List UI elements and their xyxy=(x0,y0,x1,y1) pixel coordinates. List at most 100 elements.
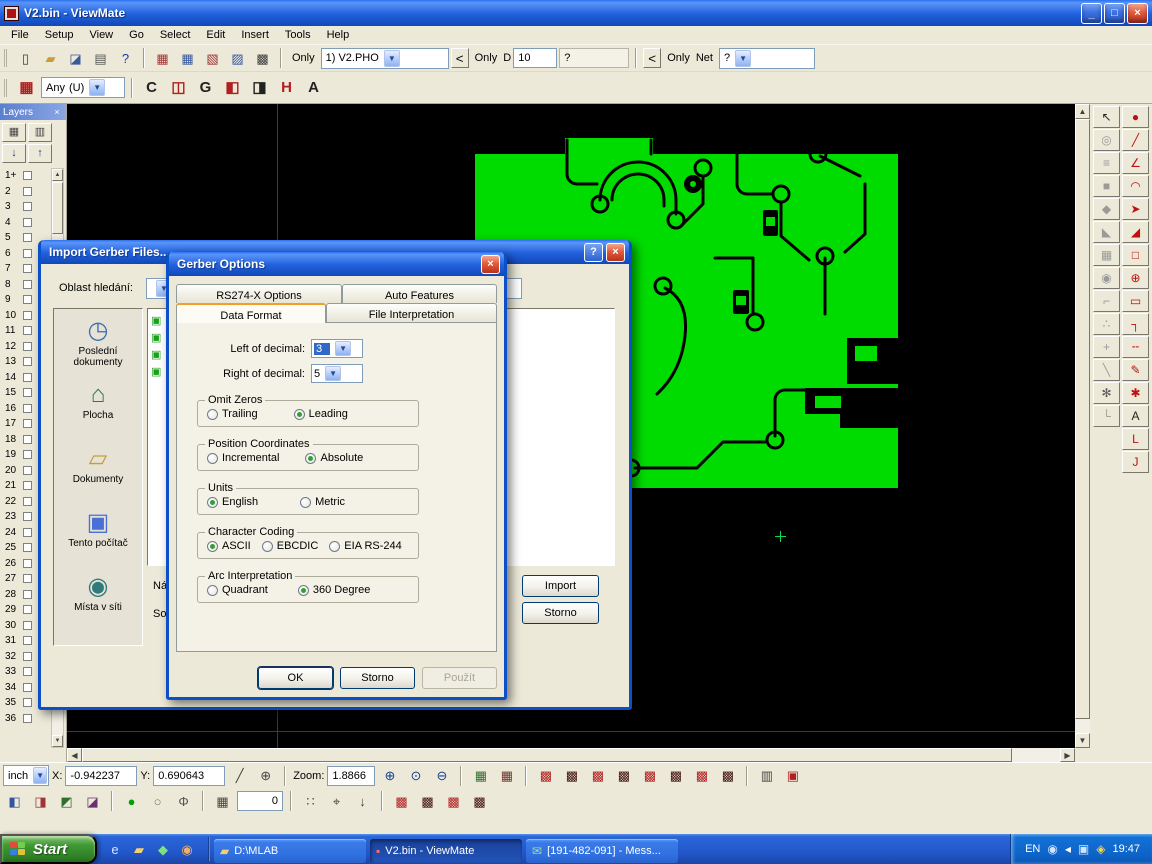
layer-color-swatch[interactable] xyxy=(23,574,32,583)
gear-icon[interactable]: ✻ xyxy=(1093,382,1120,404)
print-icon[interactable]: ▤ xyxy=(89,47,112,69)
layer-color-swatch[interactable] xyxy=(23,698,32,707)
layers-panel-header[interactable]: Layers × xyxy=(0,104,66,120)
pad-pattern-icon-4[interactable]: ▩ xyxy=(468,790,491,812)
radio-checked-icon[interactable] xyxy=(298,585,309,596)
view-layer-icon-4[interactable]: ◪ xyxy=(81,790,104,812)
horizontal-scrollbar[interactable]: ◀ ▶ xyxy=(67,748,1075,762)
radio-leading[interactable]: Leading xyxy=(294,408,348,420)
lines-tool-icon[interactable]: ≡ xyxy=(1093,152,1120,174)
place-network[interactable]: ◉ Místa v síti xyxy=(54,575,142,639)
hook-tool-icon[interactable]: └ xyxy=(1093,405,1120,427)
view-layer-icon-1[interactable]: ◧ xyxy=(3,790,26,812)
draw-triangle-icon[interactable]: ◢ xyxy=(1122,221,1149,243)
zoom-in-icon[interactable]: ⊕ xyxy=(378,765,401,787)
dcode-pattern-icon-2[interactable]: ▩ xyxy=(560,765,583,787)
layer-row[interactable]: 36 xyxy=(0,711,52,727)
radio-icon[interactable] xyxy=(329,541,340,552)
new-file-icon[interactable]: ▯ xyxy=(14,47,37,69)
radio-checked-icon[interactable] xyxy=(207,497,218,508)
layer-color-swatch[interactable] xyxy=(23,233,32,242)
layer-color-swatch[interactable] xyxy=(23,636,32,645)
measure-icon[interactable]: ╱ xyxy=(228,765,251,787)
square-tool-icon[interactable]: ■ xyxy=(1093,175,1120,197)
context-help-icon[interactable]: ? xyxy=(114,47,137,69)
layer-color-swatch[interactable] xyxy=(23,590,32,599)
layer-down-icon[interactable]: ↓ xyxy=(2,144,26,163)
select-h-icon[interactable]: H xyxy=(274,75,299,101)
lamp-icon[interactable]: ○ xyxy=(146,790,169,812)
draw-dashed-icon[interactable]: ╌ xyxy=(1122,336,1149,358)
open-file-icon[interactable]: ▰ xyxy=(39,47,62,69)
slash-tool-icon[interactable]: ╲ xyxy=(1093,359,1120,381)
layer-color-swatch[interactable] xyxy=(23,280,32,289)
app-quick-icon-1[interactable]: ◆ xyxy=(153,838,173,860)
radio-checked-icon[interactable] xyxy=(207,541,218,552)
tab-file-interpretation[interactable]: File Interpretation xyxy=(326,303,497,322)
layer-color-swatch[interactable] xyxy=(23,497,32,506)
gerber-dialog-titlebar[interactable]: Gerber Options × xyxy=(169,252,504,276)
close-button[interactable]: × xyxy=(1127,3,1148,24)
highlight-dot-icon[interactable]: ● xyxy=(120,790,143,812)
scroll-up-icon[interactable]: ▲ xyxy=(1075,104,1090,119)
app-quick-icon-2[interactable]: ◉ xyxy=(177,838,197,860)
chevron-down-icon[interactable]: ▼ xyxy=(735,50,751,67)
polygon-tool-icon[interactable]: ◆ xyxy=(1093,198,1120,220)
close-button[interactable]: × xyxy=(606,243,625,262)
only-layer-label[interactable]: Only xyxy=(292,52,315,64)
only-net-label[interactable]: Only xyxy=(667,52,690,64)
drop-arrow-icon[interactable]: ↓ xyxy=(351,790,374,812)
layer-color-swatch[interactable] xyxy=(23,528,32,537)
radio-checked-icon[interactable] xyxy=(305,453,316,464)
task-viewmate[interactable]: ▪ V2.bin - ViewMate xyxy=(370,839,522,863)
place-documents[interactable]: ▱ Dokumenty xyxy=(54,447,142,511)
layer-color-swatch[interactable] xyxy=(23,202,32,211)
draw-pencil-icon[interactable]: ✎ xyxy=(1122,359,1149,381)
help-button[interactable]: ? xyxy=(584,243,603,262)
layer-color-swatch[interactable] xyxy=(23,466,32,475)
view-layer-icon-3[interactable]: ◩ xyxy=(55,790,78,812)
grid-view-icon-2[interactable]: ▦ xyxy=(495,765,518,787)
scroll-right-icon[interactable]: ▶ xyxy=(1060,748,1075,762)
draw-line-icon[interactable]: ╱ xyxy=(1122,129,1149,151)
layer-color-swatch[interactable] xyxy=(23,419,32,428)
dcode-pattern-icon-3[interactable]: ▩ xyxy=(586,765,609,787)
radio-english[interactable]: English xyxy=(207,496,258,508)
toolbar-grip[interactable] xyxy=(4,49,9,67)
center-icon[interactable]: ⊕ xyxy=(254,765,277,787)
dcode-pattern-icon-4[interactable]: ▩ xyxy=(612,765,635,787)
draw-star-icon[interactable]: ✱ xyxy=(1122,382,1149,404)
units-select[interactable]: inch ▼ xyxy=(3,765,49,786)
layer-color-swatch[interactable] xyxy=(23,621,32,630)
draw-rect-icon[interactable]: □ xyxy=(1122,244,1149,266)
chevron-down-icon[interactable]: ▼ xyxy=(33,767,47,784)
menu-item[interactable]: Insert xyxy=(233,27,277,43)
chevron-down-icon[interactable]: ▼ xyxy=(89,79,105,96)
dot-grid-icon[interactable]: ∷ xyxy=(299,790,322,812)
select-grid-a-icon[interactable]: ◧ xyxy=(220,75,245,101)
scrollbar-thumb[interactable] xyxy=(82,748,1012,762)
net-select[interactable]: ? ▼ xyxy=(719,48,815,69)
tray-network-icon[interactable]: ◉ xyxy=(1047,843,1057,855)
select-g-icon[interactable]: G xyxy=(193,75,218,101)
layer-grid-icon[interactable]: ▥ xyxy=(28,123,52,142)
frame-tool-icon-4[interactable]: ▨ xyxy=(226,47,249,69)
radio-trailing[interactable]: Trailing xyxy=(207,408,258,420)
ring-tool-icon[interactable]: ◎ xyxy=(1093,129,1120,151)
apply-button[interactable]: Použít xyxy=(422,667,497,689)
radio-quadrant[interactable]: Quadrant xyxy=(207,584,268,596)
scroll-left-icon[interactable]: ◀ xyxy=(67,748,82,762)
task-messages[interactable]: ✉ [191-482-091] - Mess... xyxy=(526,839,678,863)
radio-checked-icon[interactable] xyxy=(294,409,305,420)
layer-color-swatch[interactable] xyxy=(23,295,32,304)
frame-tool-icon-1[interactable]: ▦ xyxy=(151,47,174,69)
menu-item[interactable]: Select xyxy=(152,27,199,43)
menu-item[interactable]: File xyxy=(3,27,37,43)
radio-icon[interactable] xyxy=(207,453,218,464)
maximize-button[interactable]: □ xyxy=(1104,3,1125,24)
radio-incremental[interactable]: Incremental xyxy=(207,452,279,464)
layer-color-swatch[interactable] xyxy=(23,388,32,397)
scroll-down-icon[interactable]: ▼ xyxy=(1075,733,1090,748)
pad-symbol-icon[interactable]: Φ xyxy=(172,790,195,812)
layer-color-swatch[interactable] xyxy=(23,435,32,444)
